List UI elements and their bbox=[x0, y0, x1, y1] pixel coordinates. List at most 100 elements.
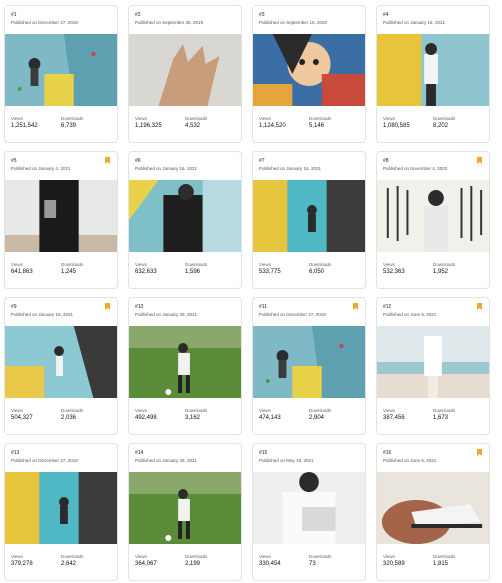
views-stat: Views 504,327 bbox=[11, 407, 61, 423]
card-header: #9 Published on January 16, 2021 bbox=[5, 298, 117, 326]
photo-thumbnail[interactable] bbox=[129, 326, 241, 398]
downloads-stat: Downloads 1,815 bbox=[433, 553, 483, 569]
downloads-label: Downloads bbox=[61, 116, 84, 121]
views-value: 533,775 bbox=[259, 269, 281, 275]
rank-label: #16 bbox=[383, 450, 392, 456]
downloads-value: 1,815 bbox=[433, 561, 449, 567]
photo-card[interactable]: #10 Published on January 28, 2021 Views … bbox=[128, 297, 242, 435]
rank-label: #13 bbox=[11, 450, 20, 456]
photo-thumbnail[interactable] bbox=[5, 326, 117, 398]
views-value: 364,067 bbox=[135, 561, 157, 567]
published-date: Published on January 16, 2021 bbox=[11, 312, 74, 317]
photo-card[interactable]: #15 Published on May 18, 2021 Views 330,… bbox=[252, 443, 366, 581]
views-stat: Views 533,775 bbox=[259, 261, 309, 277]
downloads-value: 8,202 bbox=[433, 123, 449, 129]
photo-card[interactable]: #8 Published on November 4, 2020 Views 5… bbox=[376, 151, 490, 289]
views-value: 1,124,520 bbox=[259, 123, 286, 129]
downloads-label: Downloads bbox=[185, 116, 208, 121]
stats-row: Views 1,196,325 Downloads 4,532 bbox=[129, 106, 241, 131]
photo-thumbnail[interactable] bbox=[377, 472, 489, 544]
published-date: Published on September 10, 2020 bbox=[259, 20, 328, 25]
rank-label: #8 bbox=[383, 158, 389, 164]
photo-thumbnail[interactable] bbox=[5, 472, 117, 544]
photo-thumbnail[interactable] bbox=[253, 180, 365, 252]
downloads-value: 5,146 bbox=[309, 123, 325, 129]
card-header: #12 Published on June 9, 2021 bbox=[377, 298, 489, 326]
downloads-value: 1,245 bbox=[61, 269, 77, 275]
published-date: Published on September 30, 2019 bbox=[135, 20, 204, 25]
views-label: Views bbox=[11, 262, 23, 267]
downloads-label: Downloads bbox=[61, 408, 84, 413]
photo-card[interactable]: #2 Published on September 30, 2019 Views… bbox=[128, 5, 242, 143]
stats-row: Views 330,454 Downloads 73 bbox=[253, 544, 365, 569]
downloads-stat: Downloads 2,199 bbox=[185, 553, 235, 569]
rank-label: #7 bbox=[259, 158, 265, 164]
photo-card[interactable]: #6 Published on January 16, 2021 Views 6… bbox=[128, 151, 242, 289]
photo-card[interactable]: #14 Published on January 28, 2021 Views … bbox=[128, 443, 242, 581]
photo-card[interactable]: #3 Published on September 10, 2020 Views… bbox=[252, 5, 366, 143]
photo-thumbnail[interactable] bbox=[253, 326, 365, 398]
photo-card[interactable]: #4 Published on January 16, 2021 Views 1… bbox=[376, 5, 490, 143]
published-date: Published on January 16, 2021 bbox=[383, 20, 446, 25]
card-header: #5 Published on January 4, 2021 bbox=[5, 152, 117, 180]
views-value: 632,633 bbox=[135, 269, 157, 275]
card-header: #16 Published on June 9, 2021 bbox=[377, 444, 489, 472]
downloads-value: 6,739 bbox=[61, 123, 77, 129]
rank-label: #15 bbox=[259, 450, 268, 456]
card-header: #10 Published on January 28, 2021 bbox=[129, 298, 241, 326]
stats-row: Views 632,633 Downloads 1,596 bbox=[129, 252, 241, 277]
photo-card[interactable]: #13 Published on December 27, 2019 Views… bbox=[4, 443, 118, 581]
downloads-stat: Downloads 1,673 bbox=[433, 407, 483, 423]
photo-thumbnail[interactable] bbox=[377, 326, 489, 398]
photo-thumbnail[interactable] bbox=[377, 34, 489, 106]
rank-label: #5 bbox=[11, 158, 17, 164]
photo-thumbnail[interactable] bbox=[129, 472, 241, 544]
downloads-stat: Downloads 1,245 bbox=[61, 261, 111, 277]
downloads-value: 1,673 bbox=[433, 415, 449, 421]
views-label: Views bbox=[135, 262, 147, 267]
stats-row: Views 387,456 Downloads 1,673 bbox=[377, 398, 489, 423]
downloads-label: Downloads bbox=[309, 408, 332, 413]
rank-label: #11 bbox=[259, 304, 267, 310]
downloads-value: 1,952 bbox=[433, 269, 449, 275]
photo-card[interactable]: #16 Published on June 9, 2021 Views 320,… bbox=[376, 443, 490, 581]
photo-card[interactable]: #5 Published on January 4, 2021 Views 64… bbox=[4, 151, 118, 289]
photo-thumbnail[interactable] bbox=[129, 180, 241, 252]
views-stat: Views 641,863 bbox=[11, 261, 61, 277]
views-label: Views bbox=[259, 116, 271, 121]
downloads-label: Downloads bbox=[309, 116, 332, 121]
downloads-label: Downloads bbox=[433, 116, 456, 121]
views-value: 532,363 bbox=[383, 269, 405, 275]
photo-thumbnail[interactable] bbox=[129, 34, 241, 106]
photo-thumbnail[interactable] bbox=[253, 472, 365, 544]
views-value: 492,498 bbox=[135, 415, 157, 421]
photo-thumbnail[interactable] bbox=[5, 180, 117, 252]
photo-card[interactable]: #9 Published on January 16, 2021 Views 5… bbox=[4, 297, 118, 435]
photo-thumbnail[interactable] bbox=[377, 180, 489, 252]
views-label: Views bbox=[383, 262, 395, 267]
views-stat: Views 387,456 bbox=[383, 407, 433, 423]
card-header: #11 Published on December 27, 2019 bbox=[253, 298, 365, 326]
photo-card[interactable]: #12 Published on June 9, 2021 Views 387,… bbox=[376, 297, 490, 435]
card-header: #14 Published on January 28, 2021 bbox=[129, 444, 241, 472]
published-date: Published on May 18, 2021 bbox=[259, 458, 314, 463]
downloads-label: Downloads bbox=[185, 408, 208, 413]
downloads-value: 2,642 bbox=[61, 561, 77, 567]
views-label: Views bbox=[135, 408, 147, 413]
downloads-value: 73 bbox=[309, 561, 316, 567]
views-stat: Views 474,143 bbox=[259, 407, 309, 423]
downloads-stat: Downloads 2,036 bbox=[61, 407, 111, 423]
views-stat: Views 532,363 bbox=[383, 261, 433, 277]
published-date: Published on January 28, 2021 bbox=[135, 312, 198, 317]
published-date: Published on January 28, 2021 bbox=[135, 458, 198, 463]
photo-card[interactable]: #7 Published on January 16, 2021 Views 5… bbox=[252, 151, 366, 289]
photo-card[interactable]: #1 Published on December 27, 2019 Views … bbox=[4, 5, 118, 143]
rank-label: #1 bbox=[11, 12, 17, 18]
stats-row: Views 379,278 Downloads 2,642 bbox=[5, 544, 117, 569]
photo-card[interactable]: #11 Published on December 27, 2019 Views… bbox=[252, 297, 366, 435]
rank-label: #10 bbox=[135, 304, 144, 310]
photo-thumbnail[interactable] bbox=[5, 34, 117, 106]
photo-thumbnail[interactable] bbox=[253, 34, 365, 106]
views-value: 1,196,325 bbox=[135, 123, 162, 129]
downloads-label: Downloads bbox=[433, 262, 456, 267]
